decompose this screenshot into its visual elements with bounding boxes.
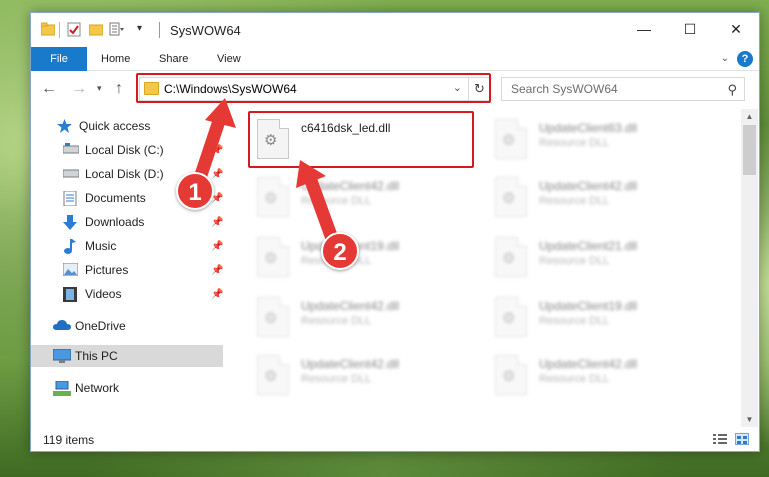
step-badge-1: 1 (176, 172, 214, 210)
annotation-arrows (193, 98, 341, 251)
arrow-to-file (296, 160, 341, 251)
arrow-to-address (193, 98, 236, 185)
step-badge-2: 2 (321, 232, 359, 270)
